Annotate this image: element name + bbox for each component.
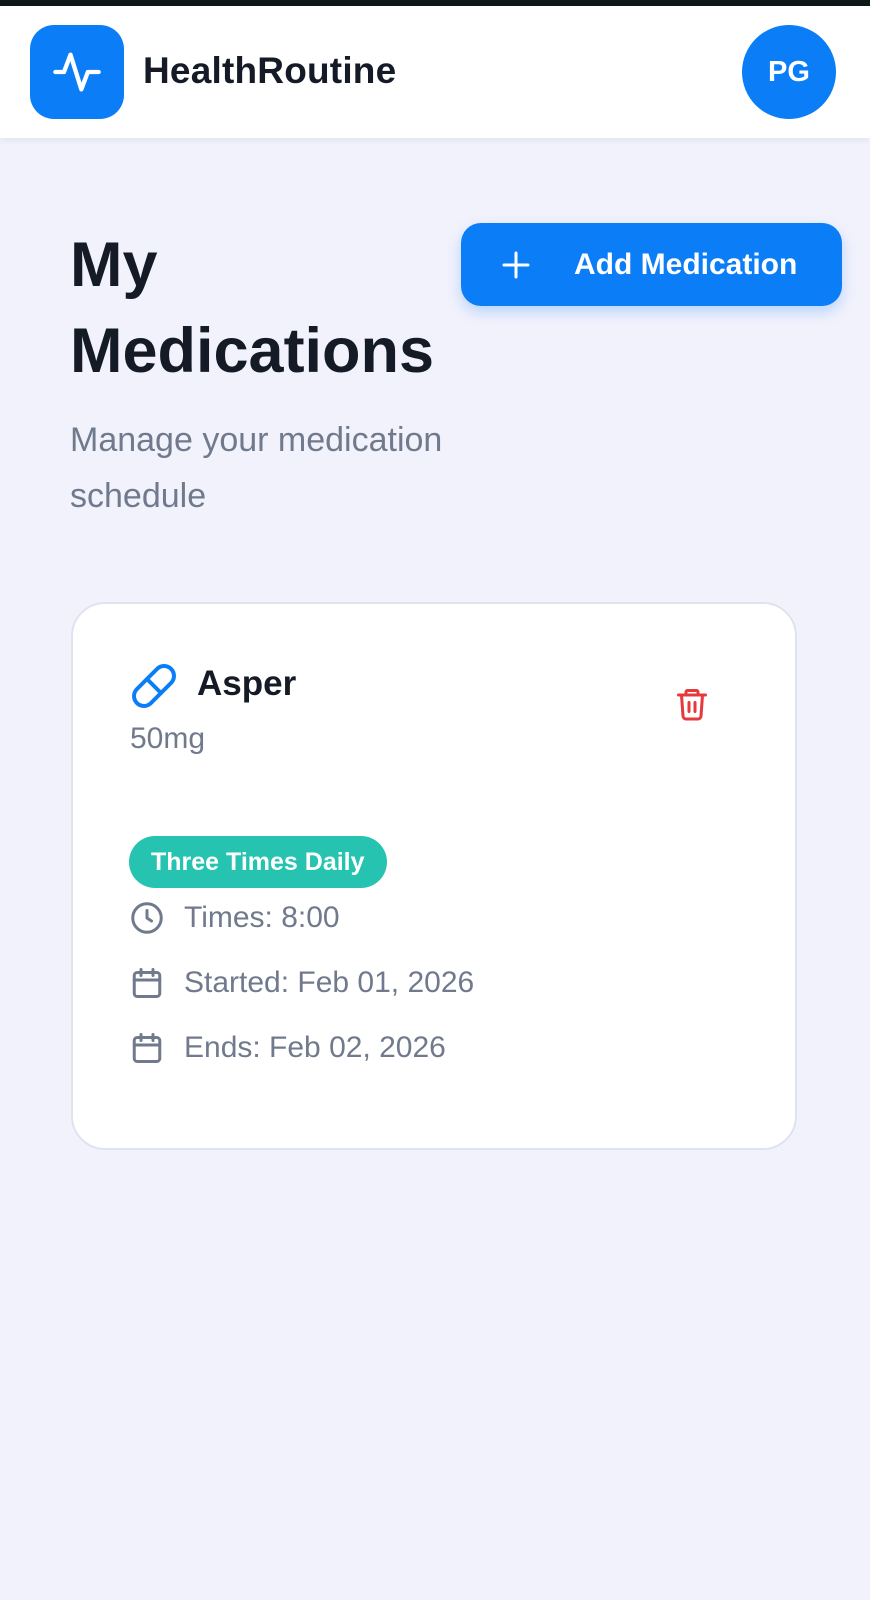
pill-icon [132, 664, 176, 708]
add-medication-label: Add Medication [574, 248, 798, 281]
app-header: HealthRoutine PG [0, 6, 870, 138]
user-avatar[interactable]: PG [742, 25, 836, 119]
plus-icon [502, 251, 530, 279]
trash-icon [677, 689, 707, 721]
start-date-text: Started: Feb 01, 2026 [184, 966, 475, 999]
calendar-icon [132, 968, 162, 998]
medication-name: Asper [197, 664, 297, 703]
times-text: Times: 8:00 [184, 901, 340, 934]
medication-dose: 50mg [130, 722, 206, 755]
clock-icon [131, 902, 163, 934]
medication-card[interactable]: Asper 50mg Three Times Daily Times: 8:00… [71, 602, 797, 1150]
app-logo[interactable] [30, 25, 124, 119]
page-title: My Medications [70, 230, 435, 386]
delete-medication-button[interactable] [673, 684, 711, 724]
activity-pulse-icon [53, 52, 101, 92]
frequency-badge: Three Times Daily [129, 836, 387, 888]
brand-name: HealthRoutine [143, 50, 397, 91]
page-subtitle: Manage your medication schedule [70, 421, 443, 515]
calendar-icon [132, 1033, 162, 1063]
end-date-text: Ends: Feb 02, 2026 [184, 1031, 446, 1064]
add-medication-button[interactable]: Add Medication [461, 223, 842, 306]
